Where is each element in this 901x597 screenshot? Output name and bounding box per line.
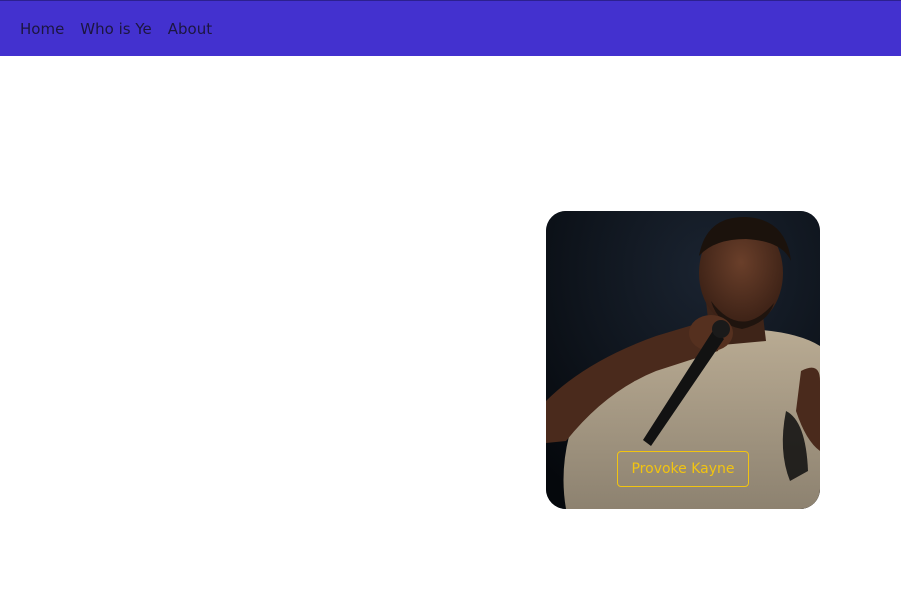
nav-links: Home Who is Ye About [20, 1, 212, 57]
top-navbar: Home Who is Ye About [0, 0, 901, 56]
nav-link-home[interactable]: Home [20, 20, 64, 38]
provoke-kayne-button[interactable]: Provoke Kayne [617, 451, 749, 487]
nav-link-who-is-ye[interactable]: Who is Ye [80, 20, 151, 38]
nav-link-about[interactable]: About [168, 20, 212, 38]
